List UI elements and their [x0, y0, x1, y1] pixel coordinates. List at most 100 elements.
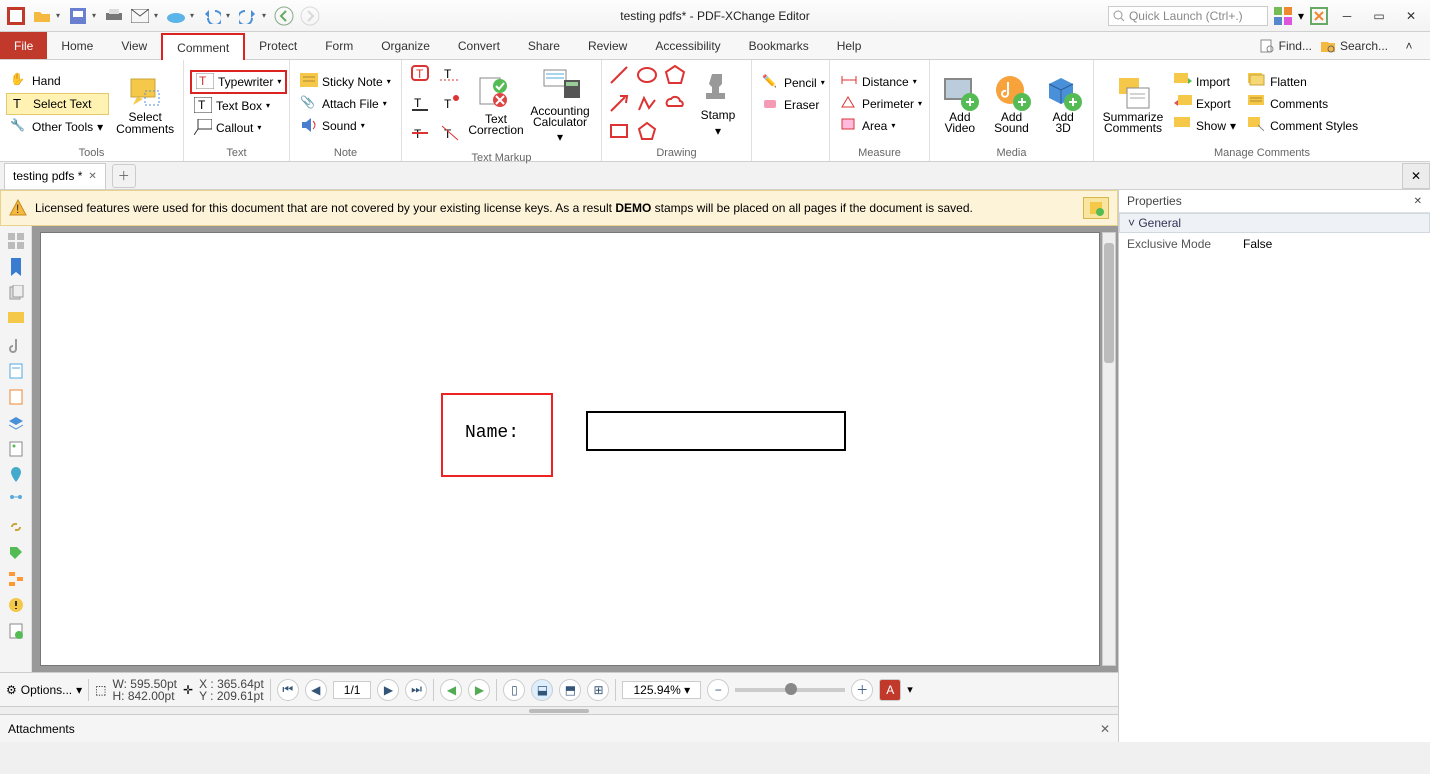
hsplit-handle[interactable] [529, 709, 589, 713]
collapse-ribbon-button[interactable]: ˄ [1396, 35, 1422, 57]
other-tools[interactable]: 🔧Other Tools ▾ [6, 117, 109, 137]
layout-continuous-icon[interactable]: ⬓ [531, 679, 553, 701]
undo-icon[interactable] [200, 4, 224, 28]
ui-options-icon[interactable] [1274, 7, 1292, 25]
form-field-box[interactable] [586, 411, 846, 451]
first-page-button[interactable]: ⏮ [277, 679, 299, 701]
highlight-icon[interactable]: T [408, 62, 436, 90]
export-comments-button[interactable]: Export [1170, 94, 1240, 114]
tab-bookmarks[interactable]: Bookmarks [735, 32, 823, 59]
zoom-slider[interactable] [735, 688, 845, 692]
import-comments-button[interactable]: Import [1170, 72, 1240, 92]
add-3d-button[interactable]: Add 3D [1039, 72, 1087, 136]
tab-convert[interactable]: Convert [444, 32, 514, 59]
save-icon[interactable] [66, 4, 90, 28]
zoom-field[interactable]: 125.94% ▾ [622, 681, 701, 699]
document-tab[interactable]: testing pdfs * ✕ [4, 163, 106, 189]
redo-icon[interactable] [236, 4, 260, 28]
next-view-button[interactable]: ▶ [468, 679, 490, 701]
perimeter-tool[interactable]: Perimeter ▾ [836, 94, 926, 114]
attachments-close-button[interactable]: ✕ [1100, 722, 1110, 736]
tab-review[interactable]: Review [574, 32, 641, 59]
options-button[interactable]: ⚙ Options... ▾ [6, 683, 82, 697]
find-button[interactable]: Find... [1259, 38, 1312, 54]
flatten-button[interactable]: Flatten [1244, 72, 1362, 92]
strikeout-icon[interactable]: T [408, 122, 436, 150]
tab-share[interactable]: Share [514, 32, 574, 59]
close-button[interactable]: ✕ [1398, 5, 1424, 27]
property-exclusive-mode[interactable]: Exclusive Mode False [1119, 233, 1430, 255]
sidepane-copy-icon[interactable] [5, 282, 27, 304]
sidepane-properties-icon[interactable] [5, 594, 27, 616]
layout-single-icon[interactable]: ▯ [503, 679, 525, 701]
tab-close-icon[interactable]: ✕ [88, 171, 96, 182]
cloud-icon[interactable] [164, 4, 188, 28]
mail-icon[interactable] [128, 4, 152, 28]
summarize-comments-button[interactable]: Summarize Comments [1100, 72, 1166, 136]
line-shape-icon[interactable] [608, 64, 632, 88]
sidepane-thumbnails-icon[interactable] [5, 230, 27, 252]
layout-facing-icon[interactable]: ⬒ [559, 679, 581, 701]
callout-tool[interactable]: Callout ▾ [190, 118, 287, 138]
new-tab-button[interactable]: ＋ [112, 164, 136, 188]
properties-close-button[interactable]: ✕ [1414, 196, 1422, 207]
hand-tool[interactable]: ✋Hand [6, 71, 109, 91]
polyline-shape-icon[interactable] [636, 92, 660, 116]
next-page-button[interactable]: ▶ [377, 679, 399, 701]
sidepane-links-icon[interactable] [5, 516, 27, 538]
pencil-tool[interactable]: ✏️Pencil ▾ [758, 73, 829, 93]
rect-shape-icon[interactable] [608, 120, 632, 144]
stamp-button[interactable]: Stamp ▾ [694, 68, 742, 140]
sidepane-comments-icon[interactable] [5, 308, 27, 330]
eraser-tool[interactable]: Eraser [758, 95, 829, 115]
sidepane-tags-icon[interactable] [5, 542, 27, 564]
search-button[interactable]: Search... [1320, 38, 1388, 54]
zoom-out-button[interactable]: − [707, 679, 729, 701]
tab-view[interactable]: View [107, 32, 161, 59]
sidepane-bookmark-icon[interactable] [5, 256, 27, 278]
prev-view-button[interactable]: ◀ [440, 679, 462, 701]
text-correction-button[interactable]: Text Correction [468, 74, 524, 138]
comments-panel-button[interactable]: Comments [1244, 94, 1362, 114]
tab-comment[interactable]: Comment [161, 33, 245, 60]
sticky-note-tool[interactable]: Sticky Note ▾ [296, 72, 395, 92]
last-page-button[interactable]: ⏭ [405, 679, 427, 701]
sidepane-signatures-icon[interactable] [5, 386, 27, 408]
pentagon-shape-icon[interactable] [636, 120, 660, 144]
markup-icon-c[interactable]: T [438, 122, 466, 150]
arrow-shape-icon[interactable] [608, 92, 632, 116]
sound-tool[interactable]: Sound ▾ [296, 116, 395, 136]
markup-icon-b[interactable]: T [438, 92, 466, 120]
tab-form[interactable]: Form [311, 32, 367, 59]
cloud-shape-icon[interactable] [664, 92, 688, 116]
typewriter-tool[interactable]: TTypewriter ▾ [190, 70, 287, 94]
file-tab[interactable]: File [0, 32, 47, 59]
sidepane-destinations-icon[interactable] [5, 464, 27, 486]
sidepane-tree-icon[interactable] [5, 568, 27, 590]
add-video-button[interactable]: Add Video [936, 72, 984, 136]
page[interactable]: Name: [40, 232, 1100, 666]
warning-action-button[interactable] [1083, 197, 1109, 219]
attach-file-tool[interactable]: 📎Attach File ▾ [296, 94, 395, 114]
sidepane-fields-icon[interactable] [5, 360, 27, 382]
oval-shape-icon[interactable] [636, 64, 660, 88]
sidepane-history-icon[interactable] [5, 620, 27, 642]
zoom-in-button[interactable]: ＋ [851, 679, 873, 701]
polygon-shape-icon[interactable] [664, 64, 688, 88]
add-sound-button[interactable]: Add Sound [988, 72, 1036, 136]
print-icon[interactable] [102, 4, 126, 28]
maximize-button[interactable]: ▭ [1366, 5, 1392, 27]
minimize-button[interactable]: ─ [1334, 5, 1360, 27]
markup-icon-a[interactable]: T [438, 62, 466, 90]
sidepane-content-icon[interactable] [5, 438, 27, 460]
underline-icon[interactable]: T [408, 92, 436, 120]
document-canvas[interactable]: Name: [32, 226, 1118, 672]
tab-organize[interactable]: Organize [367, 32, 444, 59]
prev-page-button[interactable]: ◀ [305, 679, 327, 701]
text-box-tool[interactable]: TText Box ▾ [190, 96, 287, 116]
select-comments-button[interactable]: Select Comments [113, 71, 177, 137]
quick-launch-input[interactable]: Quick Launch (Ctrl+.) [1108, 6, 1268, 26]
pdf-badge-icon[interactable]: A [879, 679, 901, 701]
back-icon[interactable] [272, 4, 296, 28]
sidepane-attachments-icon[interactable] [5, 334, 27, 356]
